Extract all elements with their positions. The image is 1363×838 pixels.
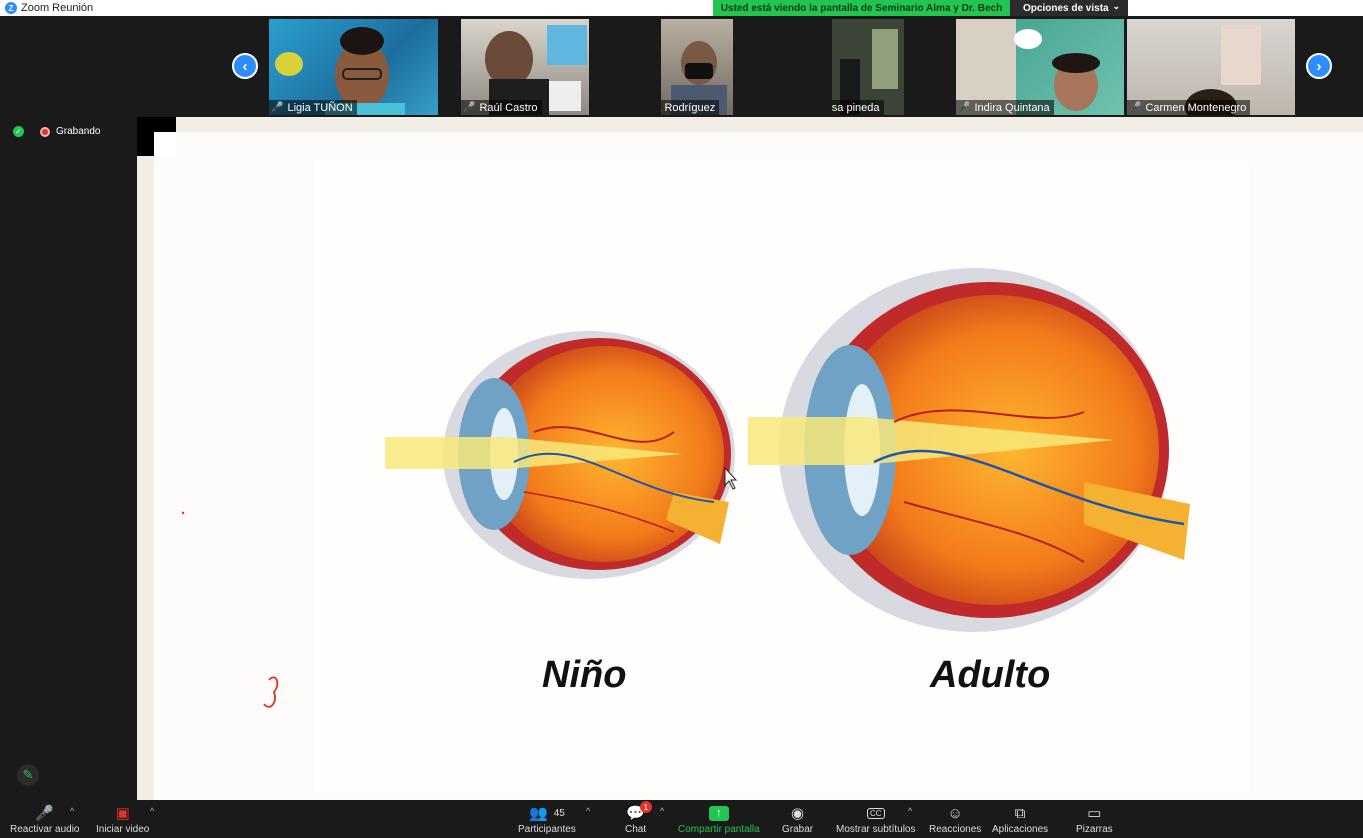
- start-video-button[interactable]: ▣ Iniciar video: [96, 802, 149, 838]
- captions-caret-icon[interactable]: ^: [908, 806, 912, 816]
- video-off-icon: ▣: [115, 805, 130, 822]
- chat-button[interactable]: 💬 1 Chat: [625, 801, 652, 838]
- recording-label: Grabando: [56, 126, 101, 137]
- participant-tile[interactable]: 🎤 Ligia TUÑON: [269, 19, 438, 115]
- view-options-button[interactable]: Opciones de vista ⌄: [1010, 0, 1128, 16]
- video-options-caret-icon[interactable]: ^: [150, 806, 154, 816]
- participant-name-tag: 🎤 Ligia TUÑON: [269, 100, 357, 115]
- participant-tile[interactable]: 🎤 Raúl Castro: [461, 19, 589, 115]
- annotation-stroke: [263, 676, 279, 708]
- participants-button[interactable]: 👥 45 Participantes: [518, 802, 576, 838]
- participant-tile[interactable]: 🎤vanessa pineda: [832, 19, 904, 115]
- chat-icon: 💬 1: [626, 801, 652, 824]
- slide-label-adult: Adulto: [930, 654, 1051, 696]
- participant-tile[interactable]: 🎤Eloisa Rodríguez: [661, 19, 733, 115]
- annotation-dot: [181, 511, 185, 515]
- audio-options-caret-icon[interactable]: ^: [70, 806, 74, 816]
- share-screen-icon: ↑: [708, 802, 729, 824]
- view-options-label: Opciones de vista: [1023, 2, 1109, 14]
- participant-tile[interactable]: 🎤 Carmen Montenegro: [1127, 19, 1295, 115]
- chevron-down-icon: ⌄: [1112, 1, 1120, 11]
- shared-screen: Niño Adulto: [137, 117, 1363, 800]
- participant-name-tag: 🎤 Raúl Castro: [461, 100, 542, 115]
- participant-name-tag: 🎤vanessa pineda: [832, 100, 884, 115]
- record-button[interactable]: ◉ Grabar: [782, 802, 813, 838]
- participant-name-tag: 🎤Eloisa Rodríguez: [661, 100, 720, 115]
- mic-muted-icon: 🎤: [958, 102, 971, 113]
- chat-badge: 1: [639, 801, 652, 813]
- meeting-toolbar: 🎤 Reactivar audio ▣ Iniciar video 👥 45 Pa…: [0, 800, 1363, 838]
- title-bar: Z Zoom Reunión: [0, 0, 1363, 16]
- slide-label-child: Niño: [542, 654, 627, 696]
- participants-caret-icon[interactable]: ^: [586, 806, 590, 816]
- mic-muted-icon: 🎤: [35, 805, 55, 822]
- recording-icon[interactable]: [40, 126, 50, 137]
- participant-tile[interactable]: 🎤 Indira Quintana: [956, 19, 1124, 115]
- apps-button[interactable]: ⧉ Aplicaciones: [992, 802, 1048, 838]
- reactions-icon: ☺: [947, 804, 963, 822]
- apps-icon: ⧉: [1014, 804, 1026, 822]
- reactions-button[interactable]: ☺ Reacciones: [929, 802, 981, 838]
- shield-icon[interactable]: ✓: [13, 126, 24, 137]
- participants-icon: 👥 45: [529, 805, 565, 822]
- annotation-corner-mark-inner: [154, 132, 176, 156]
- mic-muted-icon: 🎤: [463, 102, 476, 113]
- slide-canvas: Niño Adulto: [154, 132, 1363, 800]
- annotate-pen-icon[interactable]: ✎: [17, 764, 39, 786]
- next-page-button[interactable]: ›: [1306, 53, 1332, 79]
- whiteboard-icon: ▭: [1087, 805, 1102, 822]
- share-screen-button[interactable]: ↑ Compartir pantalla: [678, 802, 760, 838]
- participant-strip: ‹ 🎤 Ligia TUÑON 🎤 Raúl Castro Rodríguez …: [3, 16, 1363, 116]
- captions-button[interactable]: CC Mostrar subtítulos: [836, 802, 915, 838]
- chat-caret-icon[interactable]: ^: [660, 806, 664, 816]
- share-banner: Usted está viendo la pantalla de Seminar…: [713, 0, 1010, 16]
- captions-icon: CC: [866, 802, 885, 824]
- record-icon: ◉: [791, 805, 805, 822]
- eye-illustration: [181, 162, 1249, 792]
- meeting-status: ✓ Grabando: [13, 126, 100, 137]
- participant-name-tag: 🎤 Indira Quintana: [956, 100, 1054, 115]
- window-title: Zoom Reunión: [21, 2, 94, 14]
- participant-name-tag: 🎤 Carmen Montenegro: [1127, 100, 1251, 115]
- zoom-logo-icon: Z: [5, 2, 17, 14]
- mic-muted-icon: 🎤: [271, 102, 284, 113]
- whiteboards-button[interactable]: ▭ Pizarras: [1076, 802, 1113, 838]
- prev-page-button[interactable]: ‹: [232, 53, 258, 79]
- mic-muted-icon: 🎤: [1129, 102, 1142, 113]
